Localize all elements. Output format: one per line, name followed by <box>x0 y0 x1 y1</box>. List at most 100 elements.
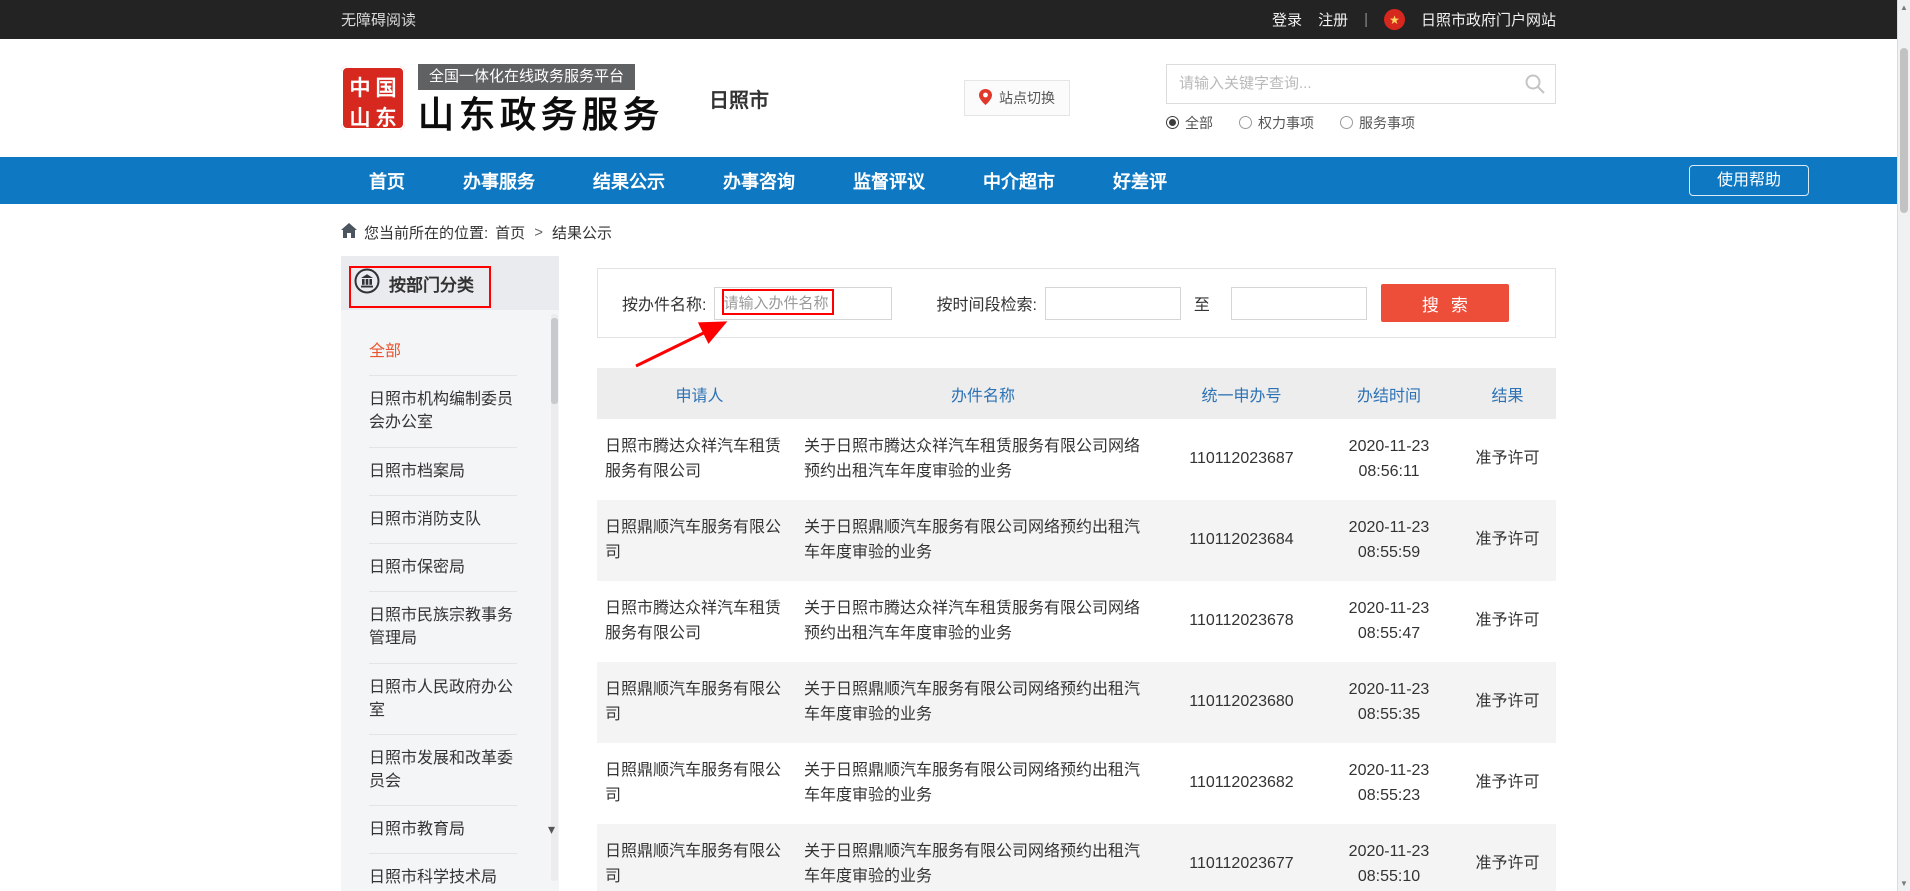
results-main: 按办件名称: 按时间段检索: 至 搜索 申请人 办件名称 统一申办号 <box>597 256 1556 891</box>
scope-option-power[interactable]: 权力事项 <box>1239 113 1314 133</box>
city-portal-link[interactable]: 日照市政府门户网站 <box>1421 9 1556 30</box>
cell-finish-time: 2020-11-2308:55:35 <box>1319 662 1459 743</box>
nav-item-services[interactable]: 办事服务 <box>463 168 535 194</box>
nav-item-consult[interactable]: 办事咨询 <box>723 168 795 194</box>
nav-item-home[interactable]: 首页 <box>369 168 405 194</box>
breadcrumb: 您当前所在的位置: 首页 > 结果公示 <box>0 221 1897 243</box>
scope-option-service[interactable]: 服务事项 <box>1340 113 1415 133</box>
radio-icon[interactable] <box>1340 116 1353 129</box>
cell-apply-number: 110112023687 <box>1164 419 1319 500</box>
time-filter-label: 按时间段检索: <box>936 291 1036 315</box>
sidebar-item-development-reform[interactable]: 日照市发展和改革委员会 <box>369 735 517 806</box>
scrollbar-up-arrow-icon[interactable]: ▲ <box>1898 3 1910 12</box>
cell-apply-number: 110112023677 <box>1164 824 1319 891</box>
location-pin-icon <box>979 89 992 108</box>
cell-finish-time: 2020-11-2308:55:10 <box>1319 824 1459 891</box>
finish-clock: 08:55:59 <box>1358 544 1420 561</box>
radio-icon[interactable] <box>1166 116 1179 129</box>
finish-date: 2020-11-23 <box>1349 519 1430 536</box>
scrollbar-down-arrow-icon[interactable]: ▼ <box>1898 879 1910 888</box>
search-button[interactable]: 搜索 <box>1381 284 1509 322</box>
results-table: 申请人 办件名称 统一申办号 办结时间 结果 日照市腾达众祥汽车租赁服务有限公司… <box>597 368 1556 891</box>
sidebar-header: 按部门分类 <box>341 256 559 310</box>
cell-applicant: 日照鼎顺汽车服务有限公司 <box>597 824 802 891</box>
sidebar-item-secrecy[interactable]: 日照市保密局 <box>369 544 517 592</box>
sidebar-item-education[interactable]: 日照市教育局 <box>369 806 517 854</box>
finish-date: 2020-11-23 <box>1349 438 1430 455</box>
cell-result: 准予许可 <box>1459 581 1556 662</box>
finish-date: 2020-11-23 <box>1349 600 1430 617</box>
cell-apply-number: 110112023678 <box>1164 581 1319 662</box>
search-icon[interactable] <box>1524 73 1546 100</box>
current-city-label: 日照市 <box>709 84 769 113</box>
browser-scrollbar: ▲ ▼ <box>1897 0 1910 891</box>
breadcrumb-separator: > <box>534 224 543 241</box>
home-icon <box>341 223 357 242</box>
table-row: 日照鼎顺汽车服务有限公司 关于日照鼎顺汽车服务有限公司网络预约出租汽车年度审验的… <box>597 743 1556 824</box>
site-switch-button[interactable]: 站点切换 <box>964 80 1070 116</box>
topbar-divider: | <box>1364 11 1368 28</box>
nav-item-results[interactable]: 结果公示 <box>593 168 665 194</box>
register-link[interactable]: 注册 <box>1318 9 1348 30</box>
table-row: 日照鼎顺汽车服务有限公司 关于日照鼎顺汽车服务有限公司网络预约出租汽车年度审验的… <box>597 662 1556 743</box>
item-name-input[interactable] <box>714 287 892 320</box>
sidebar-title: 按部门分类 <box>389 271 474 296</box>
nav-item-supervision[interactable]: 监督评议 <box>853 168 925 194</box>
cell-finish-time: 2020-11-2308:55:23 <box>1319 743 1459 824</box>
sidebar-item-label: 日照市科学技术局 <box>369 869 497 886</box>
sidebar-item-science-tech[interactable]: 日照市科学技术局 <box>369 854 517 891</box>
sidebar-item-label: 日照市人民政府办公室 <box>369 679 513 719</box>
scope-label: 全部 <box>1185 113 1213 133</box>
keyword-search-input[interactable] <box>1167 65 1555 103</box>
main-nav: 首页 办事服务 结果公示 办事咨询 监督评议 中介超市 好差评 使用帮助 <box>0 157 1897 204</box>
seal-char: 东 <box>376 102 397 132</box>
name-filter-label: 按办件名称: <box>622 291 706 315</box>
finish-clock: 08:56:11 <box>1358 463 1419 480</box>
sidebar-item-archives[interactable]: 日照市档案局 <box>369 448 517 496</box>
start-date-input[interactable] <box>1045 287 1181 320</box>
breadcrumb-prefix: 您当前所在的位置: <box>364 222 488 243</box>
col-header-apply-number: 统一申办号 <box>1164 368 1319 419</box>
sidebar-item-org-committee[interactable]: 日照市机构编制委员会办公室 <box>369 376 517 447</box>
scrollbar-thumb[interactable] <box>1900 48 1908 213</box>
col-header-finish-time: 办结时间 <box>1319 368 1459 419</box>
cell-result: 准予许可 <box>1459 743 1556 824</box>
accessibility-link[interactable]: 无障碍阅读 <box>341 9 416 30</box>
scope-option-all[interactable]: 全部 <box>1166 113 1213 133</box>
sidebar-scrollbar-thumb[interactable] <box>551 318 558 404</box>
nav-item-agency-market[interactable]: 中介超市 <box>983 168 1055 194</box>
chevron-down-icon[interactable]: ▾ <box>548 822 555 836</box>
header-search-block: 全部 权力事项 服务事项 <box>1166 64 1556 133</box>
breadcrumb-home-link[interactable]: 首页 <box>495 222 525 243</box>
sidebar-item-all[interactable]: 全部 <box>369 328 517 376</box>
sidebar-item-label: 日照市民族宗教事务管理局 <box>369 607 513 647</box>
search-scope-row: 全部 权力事项 服务事项 <box>1166 113 1556 133</box>
login-link[interactable]: 登录 <box>1272 9 1302 30</box>
help-button[interactable]: 使用帮助 <box>1689 165 1809 196</box>
site-logo[interactable]: 中 国 山 东 全国一体化在线政务服务平台 山东政务服务 <box>341 64 664 133</box>
cell-item-name: 关于日照鼎顺汽车服务有限公司网络预约出租汽车年度审验的业务 <box>802 662 1164 743</box>
national-emblem-icon: ★ <box>1384 9 1405 30</box>
page-content: 按部门分类 全部 日照市机构编制委员会办公室 日照市档案局 日照市消防支队 日照… <box>0 256 1897 891</box>
sidebar-item-gov-office[interactable]: 日照市人民政府办公室 <box>369 664 517 735</box>
nav-item-rating[interactable]: 好差评 <box>1113 168 1167 194</box>
cell-item-name: 关于日照鼎顺汽车服务有限公司网络预约出租汽车年度审验的业务 <box>802 743 1164 824</box>
cell-applicant: 日照市腾达众祥汽车租赁服务有限公司 <box>597 419 802 500</box>
cell-applicant: 日照市腾达众祥汽车租赁服务有限公司 <box>597 581 802 662</box>
cell-item-name: 关于日照市腾达众祥汽车租赁服务有限公司网络预约出租汽车年度审验的业务 <box>802 419 1164 500</box>
site-switch-label: 站点切换 <box>999 88 1055 108</box>
end-date-input[interactable] <box>1231 287 1367 320</box>
filter-bar: 按办件名称: 按时间段检索: 至 搜索 <box>597 268 1556 338</box>
cell-finish-time: 2020-11-23 08:55:59 <box>1319 500 1459 581</box>
sidebar-item-label: 日照市档案局 <box>369 463 465 480</box>
radio-icon[interactable] <box>1239 116 1252 129</box>
sidebar-item-ethnic-religion[interactable]: 日照市民族宗教事务管理局 <box>369 592 517 663</box>
sidebar-item-label: 全部 <box>369 343 401 360</box>
cell-apply-number: 110112023682 <box>1164 743 1319 824</box>
date-range-to-label: 至 <box>1194 291 1210 315</box>
keyword-search-box <box>1166 64 1556 104</box>
col-header-item-name: 办件名称 <box>802 368 1164 419</box>
cell-result: 准予许可 <box>1459 419 1556 500</box>
department-category-icon <box>354 268 380 299</box>
sidebar-item-fire-brigade[interactable]: 日照市消防支队 <box>369 496 517 544</box>
